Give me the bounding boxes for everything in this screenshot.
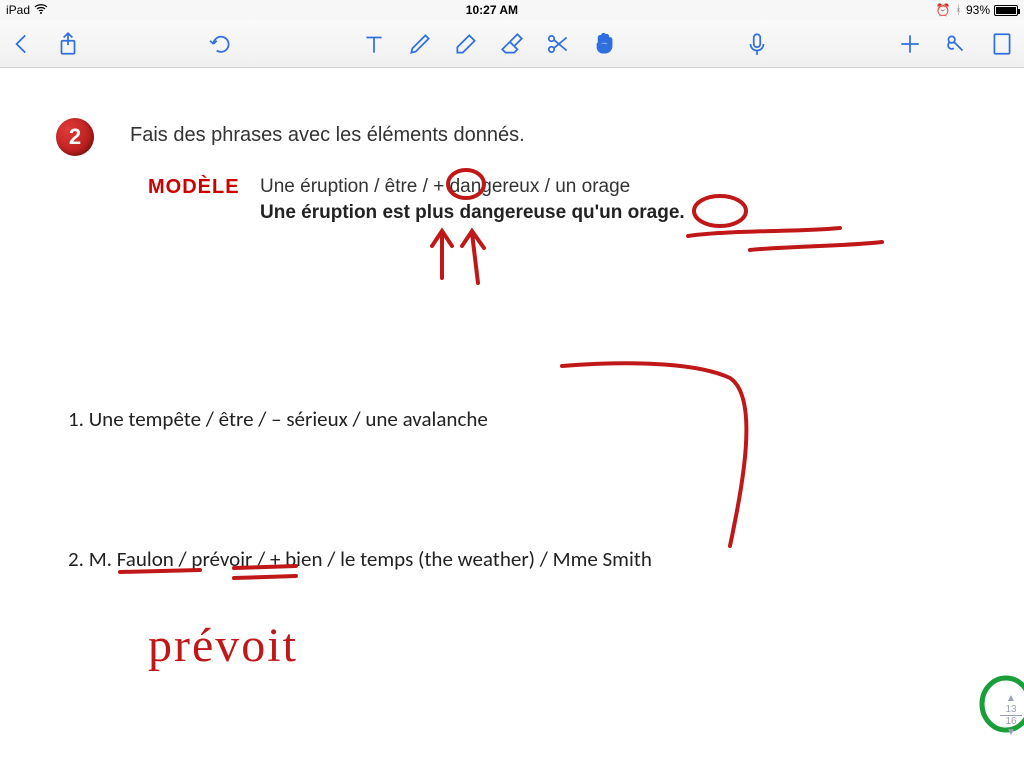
page-navigator[interactable]: ▲ 13 16 ▼ (1000, 693, 1022, 738)
pen-tool-button[interactable] (406, 30, 434, 58)
page-up-icon[interactable]: ▲ (1000, 693, 1022, 704)
battery-percent: 93% (966, 3, 990, 17)
status-bar: iPad 10:27 AM ⏰ ᚼ 93% (0, 0, 1024, 20)
highlighter-tool-button[interactable] (452, 30, 480, 58)
undo-button[interactable] (207, 30, 235, 58)
modele-label: MODÈLE (148, 176, 240, 199)
scissors-tool-button[interactable] (544, 30, 572, 58)
modele-answer: Une éruption est plus dangereuse qu'un o… (260, 202, 685, 224)
exercise-number-badge: 2 (56, 118, 94, 156)
bluetooth-icon: ᚼ (955, 3, 962, 17)
question-2: 2. M. Faulon / prévoir / + bien / le tem… (68, 546, 652, 572)
alarm-icon: ⏰ (936, 3, 951, 17)
toolbar (0, 20, 1024, 68)
modele-prompt: Une éruption / être / + dangereux / un o… (260, 176, 630, 198)
note-canvas[interactable]: 2 Fais des phrases avec les éléments don… (0, 68, 1024, 768)
hand-tool-button[interactable] (590, 30, 618, 58)
eraser-tool-button[interactable] (498, 30, 526, 58)
battery-icon (994, 5, 1018, 16)
exercise-instruction: Fais des phrases avec les éléments donné… (130, 124, 525, 147)
add-button[interactable] (896, 30, 924, 58)
text-tool-button[interactable] (360, 30, 388, 58)
page-total: 16 (1000, 716, 1022, 727)
page-current: 13 (1000, 704, 1022, 716)
page-down-icon[interactable]: ▼ (1000, 727, 1022, 738)
settings-button[interactable] (942, 30, 970, 58)
pages-button[interactable] (988, 30, 1016, 58)
wifi-icon (34, 3, 48, 17)
mic-button[interactable] (743, 30, 771, 58)
question-1: 1. Une tempête / être / – sérieux / une … (68, 406, 488, 432)
device-label: iPad (6, 3, 30, 17)
back-button[interactable] (8, 30, 36, 58)
share-button[interactable] (54, 30, 82, 58)
handwritten-word: prévoit (148, 618, 298, 673)
clock: 10:27 AM (48, 3, 936, 17)
